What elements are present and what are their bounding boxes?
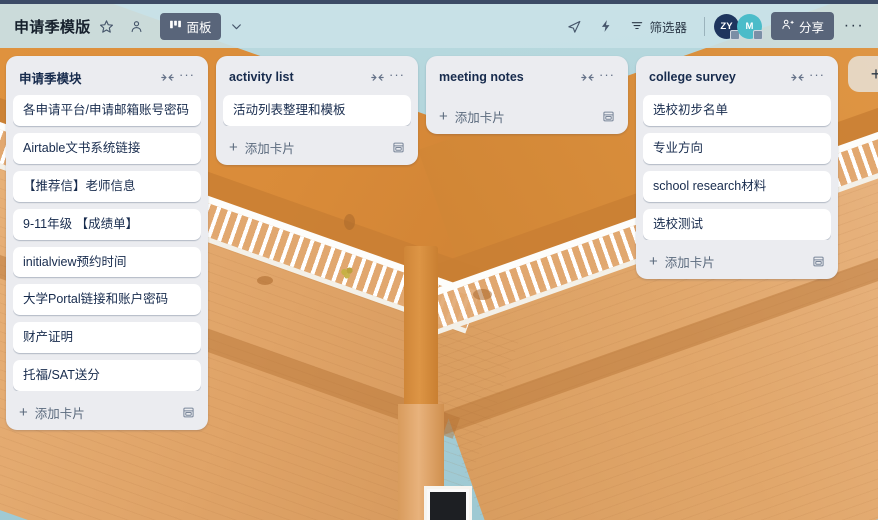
card-template-icon[interactable] <box>392 141 405 154</box>
add-card-row[interactable]: + 添加卡片 <box>223 133 411 161</box>
card-list: 活动列表整理和模板 <box>223 95 411 126</box>
trello-board-app: 申请季模版 面板 筛选器 ZY M 分享 ··· 申请季模块 ··· 各申请平台… <box>0 0 878 520</box>
workspace-visible-icon[interactable] <box>123 12 151 40</box>
card[interactable]: 专业方向 <box>643 132 831 164</box>
card-list: 各申请平台/申请邮箱账号密码 Airtable文书系统链接 【推荐信】老师信息 9-1… <box>13 95 201 391</box>
list-title[interactable]: meeting notes <box>439 70 577 84</box>
collapse-list-icon[interactable] <box>157 67 177 87</box>
add-card-label: 添加卡片 <box>244 141 295 156</box>
collapse-list-icon[interactable] <box>787 67 807 87</box>
board-view-label: 面板 <box>186 20 212 35</box>
card[interactable]: 活动列表整理和模板 <box>223 95 411 126</box>
list: 申请季模块 ··· 各申请平台/申请邮箱账号密码 Airtable文书系统链接 【推荐信… <box>6 56 208 430</box>
rocket-icon[interactable] <box>560 12 588 40</box>
board-grid-icon <box>169 18 182 34</box>
filter-button[interactable]: 筛选器 <box>622 12 695 40</box>
card[interactable]: initialview预约时间 <box>13 246 201 278</box>
card[interactable]: Airtable文书系统链接 <box>13 132 201 164</box>
board-menu-button[interactable]: ··· <box>840 12 868 40</box>
card[interactable]: 各申请平台/申请邮箱账号密码 <box>13 95 201 126</box>
share-button[interactable]: 分享 <box>770 12 834 40</box>
card-template-icon[interactable] <box>602 110 615 123</box>
list: activity list ··· 活动列表整理和模板 + 添加卡片 <box>216 56 418 165</box>
add-card-row[interactable]: + 添加卡片 <box>643 247 831 275</box>
card[interactable]: school research材料 <box>643 170 831 202</box>
collapse-list-icon[interactable] <box>367 67 387 87</box>
filter-label: 筛选器 <box>649 20 687 35</box>
header-divider <box>703 16 705 36</box>
list-menu-icon[interactable]: ··· <box>387 67 407 87</box>
add-card-row[interactable]: + 添加卡片 <box>13 398 201 426</box>
add-card-label: 添加卡片 <box>664 255 715 270</box>
list-header: activity list ··· <box>223 63 411 95</box>
chevron-down-icon[interactable] <box>224 13 250 39</box>
avatar-status-badge <box>752 29 763 40</box>
board-view-button[interactable]: 面板 <box>159 12 221 40</box>
share-label: 分享 <box>798 20 824 35</box>
avatar[interactable]: M <box>736 13 763 40</box>
add-card-row[interactable]: + 添加卡片 <box>433 102 621 130</box>
card[interactable]: 9-11年级 【成绩单】 <box>13 208 201 240</box>
add-card-label: 添加卡片 <box>454 111 505 125</box>
card-template-icon[interactable] <box>182 406 195 419</box>
add-card-label: 添加卡片 <box>34 407 85 421</box>
card[interactable]: 托福/SAT送分 <box>13 360 201 391</box>
collapse-list-icon[interactable] <box>577 67 597 87</box>
filter-icon <box>630 18 644 35</box>
plus-icon: + <box>439 108 448 125</box>
list-header: meeting notes ··· <box>433 63 621 95</box>
top-navy-strip <box>0 0 878 4</box>
list-title[interactable]: activity list <box>229 70 367 84</box>
list-menu-icon[interactable]: ··· <box>177 67 197 87</box>
plus-icon: + <box>229 138 238 156</box>
card-list: 选校初步名单 专业方向 school research材料 选校测试 <box>643 95 831 240</box>
list: college survey ··· 选校初步名单 专业方向 school resear… <box>636 56 838 279</box>
list-title[interactable]: college survey <box>649 70 787 84</box>
board-header-actions: 筛选器 ZY M 分享 ··· <box>558 12 868 40</box>
list-title[interactable]: 申请季模块 <box>19 68 157 87</box>
board-title[interactable]: 申请季模版 <box>14 16 91 37</box>
plus-icon: + <box>649 252 658 270</box>
member-avatars: ZY M <box>713 13 763 40</box>
card-template-icon[interactable] <box>812 255 825 268</box>
card[interactable]: 选校测试 <box>643 208 831 240</box>
avatar-initials: M <box>745 20 754 32</box>
list-menu-icon[interactable]: ··· <box>597 67 617 87</box>
list-header: 申请季模块 ··· <box>13 63 201 95</box>
card[interactable]: 大学Portal链接和账户密码 <box>13 284 201 316</box>
list-header: college survey ··· <box>643 63 831 95</box>
avatar[interactable]: ZY <box>713 13 740 40</box>
list: meeting notes ··· + 添加卡片 <box>426 56 628 134</box>
list-menu-icon[interactable]: ··· <box>807 67 827 87</box>
card[interactable]: 选校初步名单 <box>643 95 831 126</box>
board-header: 申请季模版 面板 筛选器 ZY M 分享 ··· <box>0 4 878 48</box>
star-icon[interactable] <box>93 12 121 40</box>
plus-icon: + <box>19 404 28 421</box>
board-lists-container: 申请季模块 ··· 各申请平台/申请邮箱账号密码 Airtable文书系统链接 【推荐信… <box>0 48 878 520</box>
lightning-bolt-icon[interactable] <box>592 12 620 40</box>
card[interactable]: 财产证明 <box>13 322 201 354</box>
person-add-icon <box>781 18 794 34</box>
add-list-button[interactable]: + <box>848 56 878 92</box>
card[interactable]: 【推荐信】老师信息 <box>13 170 201 202</box>
